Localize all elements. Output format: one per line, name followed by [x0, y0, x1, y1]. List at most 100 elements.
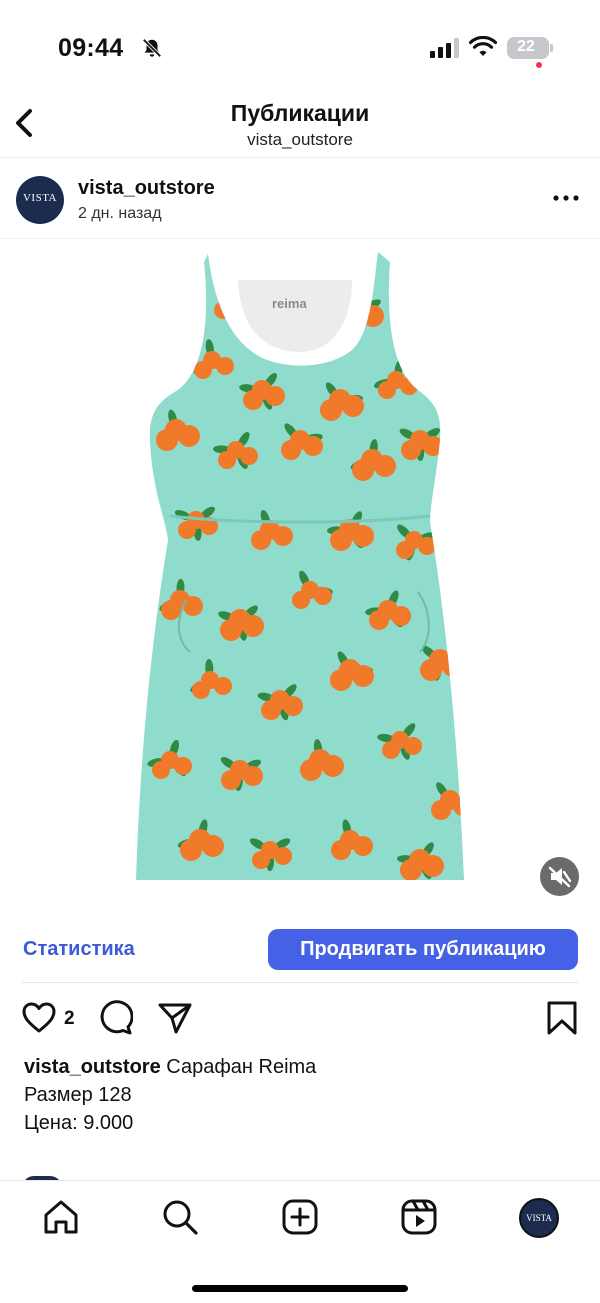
orange-fruit: [453, 796, 464, 816]
orange-fruit: [221, 770, 241, 790]
orange-fruit: [391, 606, 411, 626]
caption-line-3: Цена: 9.000: [24, 1112, 134, 1134]
reels-icon[interactable]: [399, 1197, 439, 1237]
orange-fruit: [183, 596, 203, 616]
battery-level: 22: [517, 38, 535, 55]
orange-fruit: [174, 757, 192, 775]
battery-indicator: 22: [507, 37, 549, 59]
post-timestamp: 2 дн. назад: [78, 205, 162, 222]
orange-fruit: [418, 537, 436, 555]
home-indicator: [192, 1285, 408, 1292]
orange-fruit: [374, 455, 396, 477]
orange-fruit: [214, 677, 232, 695]
orange-fruit: [404, 737, 422, 755]
orange-fruit: [274, 847, 292, 865]
comment-bubble-icon[interactable]: [97, 1000, 133, 1036]
orange-fruit: [243, 390, 263, 410]
orange-fruit: [330, 529, 352, 551]
orange-fruit: [283, 696, 303, 716]
orange-fruit: [303, 436, 323, 456]
orange-fruit: [178, 425, 200, 447]
divider: [22, 982, 578, 983]
orange-fruit: [422, 855, 444, 877]
orange-fruit: [322, 755, 344, 777]
orange-fruit: [300, 759, 322, 781]
caption-text: Сарафан Reima: [166, 1056, 317, 1078]
orange-fruit: [281, 440, 301, 460]
paper-plane-icon[interactable]: [157, 1000, 193, 1036]
caption-line-1: vista_outstore Сарафан Reima: [24, 1053, 584, 1081]
home-icon[interactable]: [41, 1197, 81, 1237]
page-subtitle: vista_outstore: [247, 130, 353, 149]
notification-dot: [536, 62, 542, 68]
orange-fruit: [252, 851, 270, 869]
profile-avatar-text: VISTA: [526, 1213, 552, 1223]
orange-fruit: [290, 260, 310, 280]
orange-fruit: [330, 669, 352, 691]
promote-button[interactable]: Продвигать публикацию: [268, 929, 578, 970]
orange-fruit: [152, 761, 170, 779]
orange-fruit: [352, 665, 374, 687]
orange-fruit: [369, 610, 389, 630]
orange-fruit: [223, 291, 241, 309]
battery-tip: [550, 44, 553, 52]
orange-fruit: [218, 451, 236, 469]
page-title: Публикации: [230, 100, 370, 126]
orange-fruit: [382, 741, 400, 759]
mute-button[interactable]: [540, 857, 579, 896]
wifi-icon: [469, 36, 497, 56]
orange-fruit: [243, 766, 263, 786]
orange-fruit: [265, 386, 285, 406]
orange-fruit: [216, 357, 234, 375]
leaf: [219, 281, 231, 298]
leaf: [277, 268, 296, 278]
orange-fruit: [220, 619, 242, 641]
orange-fruit: [349, 299, 371, 321]
orange-fruit: [292, 591, 310, 609]
dress-image: reima: [136, 252, 464, 880]
orange-fruit: [342, 395, 364, 417]
plus-square-icon[interactable]: [280, 1197, 320, 1237]
orange-fruit: [273, 526, 293, 546]
orange-fruit: [261, 700, 281, 720]
avatar[interactable]: VISTA: [16, 176, 64, 224]
speaker-muted-icon: [548, 866, 572, 888]
post-username[interactable]: vista_outstore: [78, 177, 215, 200]
dress-brand-label: reima: [272, 296, 307, 311]
profile-tab-avatar[interactable]: VISTA: [519, 1198, 559, 1238]
avatar-logo-text: VISTA: [22, 192, 57, 204]
orange-fruit: [251, 530, 271, 550]
orange-fruit: [202, 835, 224, 857]
orange-fruit: [192, 681, 210, 699]
statistics-link[interactable]: Статистика: [23, 938, 135, 961]
orange-fruit: [242, 615, 264, 637]
post-media[interactable]: reima: [0, 240, 600, 912]
orange-fruit: [401, 440, 421, 460]
leaf: [299, 252, 309, 268]
orange-fruit: [352, 525, 374, 547]
leaf: [354, 312, 364, 331]
orange-fruit: [240, 447, 258, 465]
orange-fruit: [431, 800, 451, 820]
search-icon[interactable]: [160, 1197, 200, 1237]
orange-fruit: [214, 301, 232, 319]
orange-fruit: [180, 839, 202, 861]
bookmark-icon[interactable]: [544, 1000, 580, 1036]
orange-fruit: [353, 836, 373, 856]
post-caption: vista_outstore Сарафан Reima Размер 128 …: [24, 1053, 584, 1137]
status-time: 09:44: [58, 34, 124, 62]
more-dots-icon[interactable]: [552, 193, 580, 203]
post-header: VISTA vista_outstore 2 дн. назад: [0, 159, 600, 239]
orange-fruit: [378, 381, 396, 399]
like-count[interactable]: 2: [64, 1008, 75, 1030]
heart-icon[interactable]: [21, 1000, 57, 1036]
orange-fruit: [362, 305, 384, 327]
orange-fruit: [420, 659, 442, 681]
orange-fruit: [400, 377, 418, 395]
orange-fruit: [442, 655, 464, 677]
orange-fruit: [396, 541, 414, 559]
post-actions: 2: [0, 1000, 600, 1040]
orange-fruit: [314, 587, 332, 605]
caption-username[interactable]: vista_outstore: [24, 1056, 161, 1078]
signal-icon: [430, 38, 459, 58]
